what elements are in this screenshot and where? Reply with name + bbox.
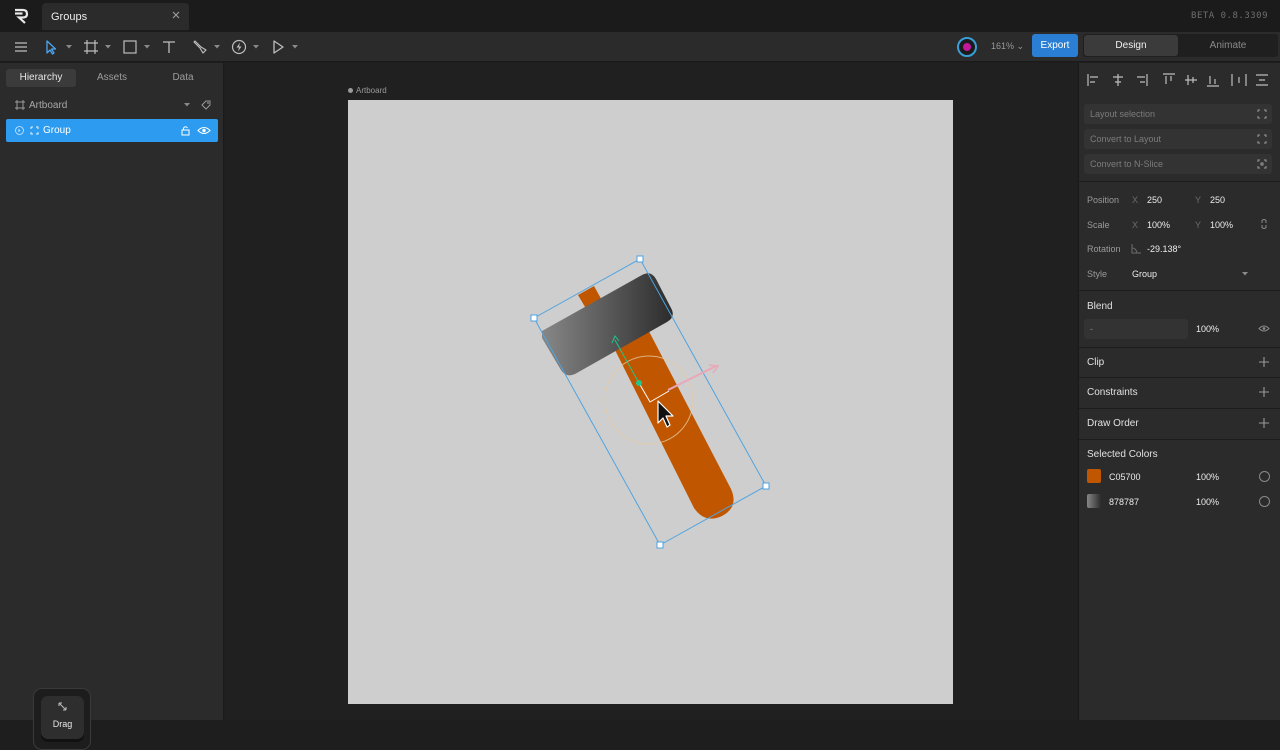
- clip-title: Clip: [1087, 357, 1105, 368]
- divider: [1079, 290, 1280, 291]
- color-swatch-handle[interactable]: [1087, 469, 1101, 483]
- divider: [1079, 181, 1280, 182]
- nslice-icon: [1257, 159, 1267, 169]
- add-clip-icon[interactable]: [1259, 357, 1269, 367]
- selection-handle-br[interactable]: [762, 482, 770, 490]
- hammer-handle[interactable]: [607, 316, 734, 519]
- color-hex-value[interactable]: 878787: [1109, 497, 1139, 507]
- selected-colors-title: Selected Colors: [1087, 449, 1158, 460]
- rotation-label: Rotation: [1087, 244, 1121, 254]
- scale-y-axis: Y: [1195, 220, 1202, 230]
- constraints-title: Constraints: [1087, 387, 1138, 398]
- align-bottom-icon[interactable]: [1207, 76, 1219, 87]
- divider: [1079, 347, 1280, 348]
- align-toolbar: [1087, 73, 1268, 87]
- rotation-input[interactable]: -29.138°: [1147, 244, 1181, 254]
- x-axis-gizmo[interactable]: [667, 365, 717, 391]
- position-y-axis: Y: [1195, 195, 1202, 205]
- position-x-axis: X: [1132, 195, 1139, 205]
- position-x-input[interactable]: 250: [1147, 195, 1162, 205]
- blend-mode-select[interactable]: -: [1084, 319, 1188, 339]
- convert-to-layout-button[interactable]: Convert to Layout: [1084, 129, 1272, 149]
- add-constraint-icon[interactable]: [1259, 387, 1269, 397]
- divider: [1079, 377, 1280, 378]
- align-right-icon[interactable]: [1137, 74, 1148, 86]
- target-icon[interactable]: [1259, 471, 1270, 482]
- align-top-icon[interactable]: [1163, 73, 1175, 84]
- hammer-group[interactable]: [542, 273, 734, 519]
- style-select[interactable]: Group: [1132, 269, 1157, 279]
- divider: [1079, 439, 1280, 440]
- add-draw-order-icon[interactable]: [1259, 418, 1269, 428]
- scale-x-input[interactable]: 100%: [1147, 220, 1170, 230]
- blend-opacity-input[interactable]: 100%: [1196, 324, 1219, 334]
- layout-selection-label: Layout selection: [1090, 109, 1156, 119]
- convert-to-nslice-label: Convert to N-Slice: [1090, 159, 1164, 169]
- color-opacity-value[interactable]: 100%: [1196, 472, 1219, 482]
- target-icon[interactable]: [1259, 496, 1270, 507]
- position-y-input[interactable]: 250: [1210, 195, 1225, 205]
- convert-to-nslice-button[interactable]: Convert to N-Slice: [1084, 154, 1272, 174]
- scale-x-axis: X: [1132, 220, 1139, 230]
- color-opacity-value[interactable]: 100%: [1196, 497, 1219, 507]
- draw-order-title: Draw Order: [1087, 418, 1139, 429]
- align-center-h-icon[interactable]: [1113, 74, 1123, 86]
- position-label: Position: [1087, 195, 1120, 205]
- blend-title: Blend: [1087, 301, 1113, 312]
- pivot-point[interactable]: [636, 380, 642, 386]
- align-center-v-icon[interactable]: [1185, 75, 1197, 85]
- color-hex-value[interactable]: C05700: [1109, 472, 1141, 482]
- frame-icon: [1257, 134, 1267, 144]
- layout-selection-button[interactable]: Layout selection: [1084, 104, 1272, 124]
- distribute-v-icon[interactable]: [1256, 74, 1268, 86]
- chevron-down-icon[interactable]: [1242, 272, 1248, 276]
- selection-handle-bl[interactable]: [656, 541, 664, 549]
- frame-icon: [1257, 109, 1267, 119]
- divider: [1079, 408, 1280, 409]
- link-icon[interactable]: [1260, 218, 1268, 230]
- color-swatch-head[interactable]: [1087, 494, 1101, 508]
- eye-icon[interactable]: [1258, 324, 1270, 333]
- drag-label: Drag: [52, 719, 73, 729]
- style-label: Style: [1087, 269, 1108, 279]
- selection-handle-tl[interactable]: [530, 314, 538, 322]
- distribute-icon[interactable]: [1231, 74, 1247, 86]
- align-left-icon[interactable]: [1087, 74, 1098, 86]
- convert-to-layout-label: Convert to Layout: [1090, 134, 1162, 144]
- scale-label: Scale: [1087, 220, 1110, 230]
- angle-icon: [1131, 244, 1141, 254]
- scale-y-input[interactable]: 100%: [1210, 220, 1233, 230]
- selection-handle-tr[interactable]: [636, 255, 644, 263]
